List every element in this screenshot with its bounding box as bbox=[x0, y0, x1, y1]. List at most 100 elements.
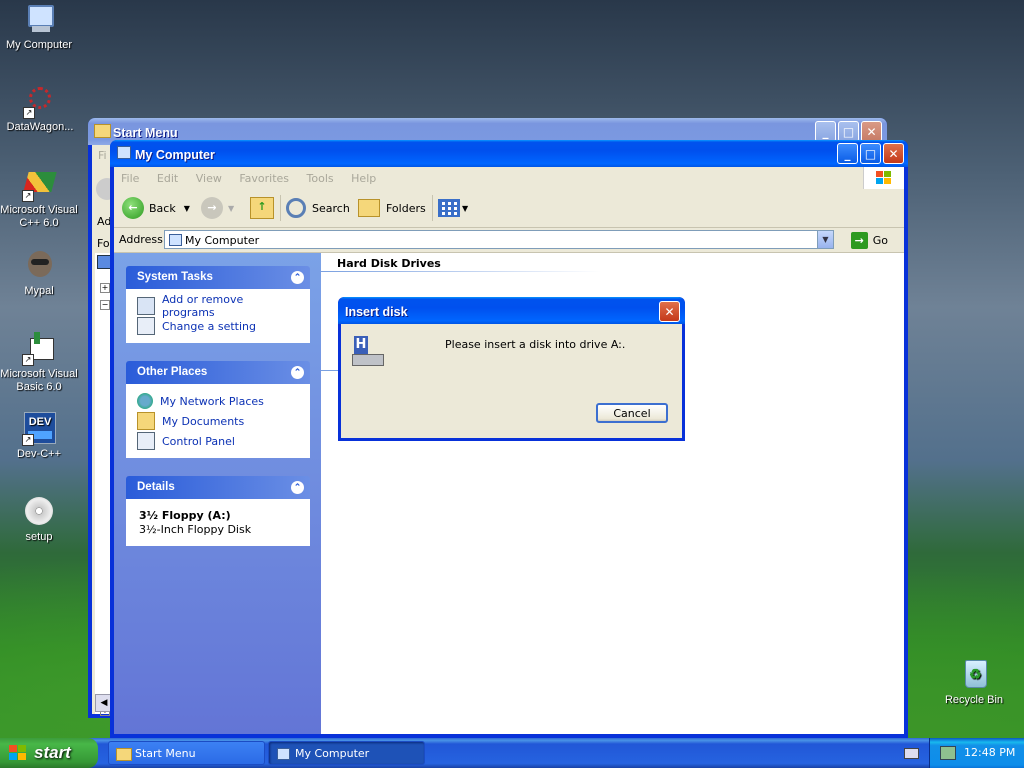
forward-button[interactable]: → ▼ bbox=[201, 196, 234, 220]
folders-button[interactable]: Folders bbox=[358, 196, 426, 220]
add-remove-programs-link[interactable]: Add or remove programs bbox=[137, 293, 299, 319]
change-setting-link[interactable]: Change a setting bbox=[137, 316, 299, 336]
dialog-titlebar[interactable]: Insert disk ✕ bbox=[338, 297, 685, 324]
dialog-title: Insert disk bbox=[345, 305, 408, 319]
collapse-chevron-icon[interactable]: ⌃ bbox=[291, 366, 304, 379]
start-label: start bbox=[34, 743, 71, 762]
computer-icon bbox=[169, 234, 182, 246]
desktop-icon-datawagon[interactable]: ↗ DataWagon... bbox=[0, 85, 81, 134]
taskbar-item-start-menu[interactable]: Start Menu bbox=[108, 741, 265, 765]
maximize-button[interactable]: □ bbox=[838, 121, 859, 142]
menu-favorites[interactable]: Favorites bbox=[232, 167, 296, 185]
address-bar: Address My Computer ▼ → Go bbox=[114, 228, 904, 253]
up-folder-button[interactable]: ↑ bbox=[250, 196, 274, 220]
address-field[interactable]: My Computer ▼ bbox=[164, 230, 834, 249]
my-documents-link[interactable]: My Documents bbox=[137, 411, 299, 431]
folders-fragment: Fo bbox=[97, 237, 110, 250]
keyboard-icon[interactable] bbox=[904, 748, 919, 759]
insert-disk-dialog[interactable]: Insert disk ✕ H Please insert a disk int… bbox=[338, 297, 685, 441]
desktop-icon-label: My Computer bbox=[5, 39, 73, 51]
minimize-button[interactable]: _ bbox=[815, 121, 836, 142]
visual-basic-icon: ↗ bbox=[22, 332, 56, 366]
expand-icon[interactable]: + bbox=[100, 283, 110, 293]
toolbar-separator bbox=[432, 195, 433, 221]
floppy-drive-icon: H bbox=[352, 336, 384, 366]
collapse-chevron-icon[interactable]: ⌃ bbox=[291, 271, 304, 284]
link-label: My Documents bbox=[162, 414, 245, 428]
folder-icon bbox=[94, 124, 111, 138]
window-title: Start Menu bbox=[113, 126, 178, 140]
desktop-icon-label: Mypal bbox=[24, 285, 54, 297]
desktop-icon-label: Microsoft Visual Basic 6.0 bbox=[0, 368, 78, 393]
shortcut-arrow-icon: ↗ bbox=[22, 434, 34, 446]
my-network-places-link[interactable]: My Network Places bbox=[137, 391, 299, 411]
documents-folder-icon bbox=[137, 412, 155, 430]
desktop-icon-mypal[interactable]: Mypal bbox=[0, 249, 79, 298]
taskbar-item-my-computer[interactable]: My Computer bbox=[268, 741, 425, 765]
desktop-icon-visual-basic[interactable]: ↗ Microsoft Visual Basic 6.0 bbox=[0, 332, 79, 394]
minimize-button[interactable]: _ bbox=[837, 143, 858, 164]
recycle-bin-icon: ♻ bbox=[957, 658, 991, 692]
system-tasks-header[interactable]: System Tasks ⌃ bbox=[126, 266, 310, 289]
collapse-icon[interactable]: − bbox=[100, 300, 110, 310]
toolbar: ← Back ▼ → ▼ ↑ Search Folders ▼ bbox=[114, 189, 904, 228]
desktop-icon-label: Dev-C++ bbox=[16, 448, 62, 460]
computer-icon bbox=[22, 3, 56, 37]
desktop-icon-setup[interactable]: setup bbox=[0, 495, 79, 544]
other-places-header[interactable]: Other Places ⌃ bbox=[126, 361, 310, 384]
chevron-down-icon[interactable]: ▼ bbox=[184, 204, 190, 213]
views-icon bbox=[438, 199, 460, 217]
add-remove-programs-icon bbox=[137, 297, 155, 315]
task-pane: System Tasks ⌃ Add or remove programs Ch… bbox=[114, 253, 321, 734]
search-icon bbox=[286, 198, 306, 218]
back-arrow-icon: ← bbox=[122, 197, 144, 219]
address-dropdown-button[interactable]: ▼ bbox=[817, 231, 833, 248]
collapse-chevron-icon[interactable]: ⌃ bbox=[291, 481, 304, 494]
search-button[interactable]: Search bbox=[286, 196, 350, 220]
back-button[interactable]: ← Back ▼ bbox=[122, 196, 190, 220]
toolbar-separator bbox=[280, 195, 281, 221]
desktop-icon-label: Microsoft Visual C++ 6.0 bbox=[0, 204, 78, 229]
close-button[interactable]: ✕ bbox=[883, 143, 904, 164]
other-places-panel: Other Places ⌃ My Network Places My Docu… bbox=[126, 361, 310, 458]
address-label: Address bbox=[119, 233, 163, 246]
folder-icon bbox=[116, 748, 132, 761]
details-header[interactable]: Details ⌃ bbox=[126, 476, 310, 499]
cancel-button[interactable]: Cancel bbox=[596, 403, 668, 423]
task-label: My Computer bbox=[295, 747, 370, 760]
chevron-down-icon[interactable]: ▼ bbox=[228, 204, 234, 213]
close-button[interactable]: ✕ bbox=[659, 301, 680, 322]
desktop-icon-label: setup bbox=[25, 531, 53, 543]
desktop-icon-dev-cpp[interactable]: DEV ↗ Dev-C++ bbox=[0, 412, 79, 461]
go-button[interactable]: → Go bbox=[850, 231, 888, 249]
network-icon[interactable] bbox=[940, 746, 956, 760]
menu-tools[interactable]: Tools bbox=[300, 167, 341, 185]
control-panel-link[interactable]: Control Panel bbox=[137, 431, 299, 451]
views-button[interactable]: ▼ bbox=[438, 196, 468, 220]
clock[interactable]: 12:48 PM bbox=[964, 746, 1015, 759]
panel-title: Other Places bbox=[137, 366, 208, 378]
desktop-icon-label: DataWagon... bbox=[6, 121, 74, 133]
desktop-icon-visual-cpp[interactable]: ↗ Microsoft Visual C++ 6.0 bbox=[0, 168, 79, 230]
link-label: Control Panel bbox=[162, 434, 235, 448]
other-places-body: My Network Places My Documents Control P… bbox=[126, 384, 310, 458]
back-label: Back bbox=[149, 201, 176, 215]
maximize-button[interactable]: □ bbox=[860, 143, 881, 164]
folders-icon bbox=[358, 199, 380, 217]
details-body: 3½ Floppy (A:) 3½-Inch Floppy Disk bbox=[126, 499, 310, 546]
menu-help[interactable]: Help bbox=[344, 167, 383, 185]
close-button[interactable]: ✕ bbox=[861, 121, 882, 142]
task-label: Start Menu bbox=[135, 747, 196, 760]
my-computer-titlebar[interactable]: My Computer _ □ ✕ bbox=[110, 140, 908, 167]
desktop-icon-my-computer[interactable]: My Computer bbox=[0, 3, 79, 52]
datawagon-icon: ↗ bbox=[23, 85, 57, 119]
menu-view[interactable]: View bbox=[189, 167, 229, 185]
menu-edit[interactable]: Edit bbox=[150, 167, 185, 185]
computer-icon bbox=[277, 748, 290, 760]
start-button[interactable]: start bbox=[0, 738, 98, 768]
menu-file[interactable]: File bbox=[114, 167, 146, 185]
network-globe-icon bbox=[137, 393, 153, 409]
shortcut-arrow-icon: ↗ bbox=[23, 107, 35, 119]
desktop-icon-recycle-bin[interactable]: ♻ Recycle Bin bbox=[934, 658, 1014, 707]
computer-icon bbox=[117, 146, 131, 159]
